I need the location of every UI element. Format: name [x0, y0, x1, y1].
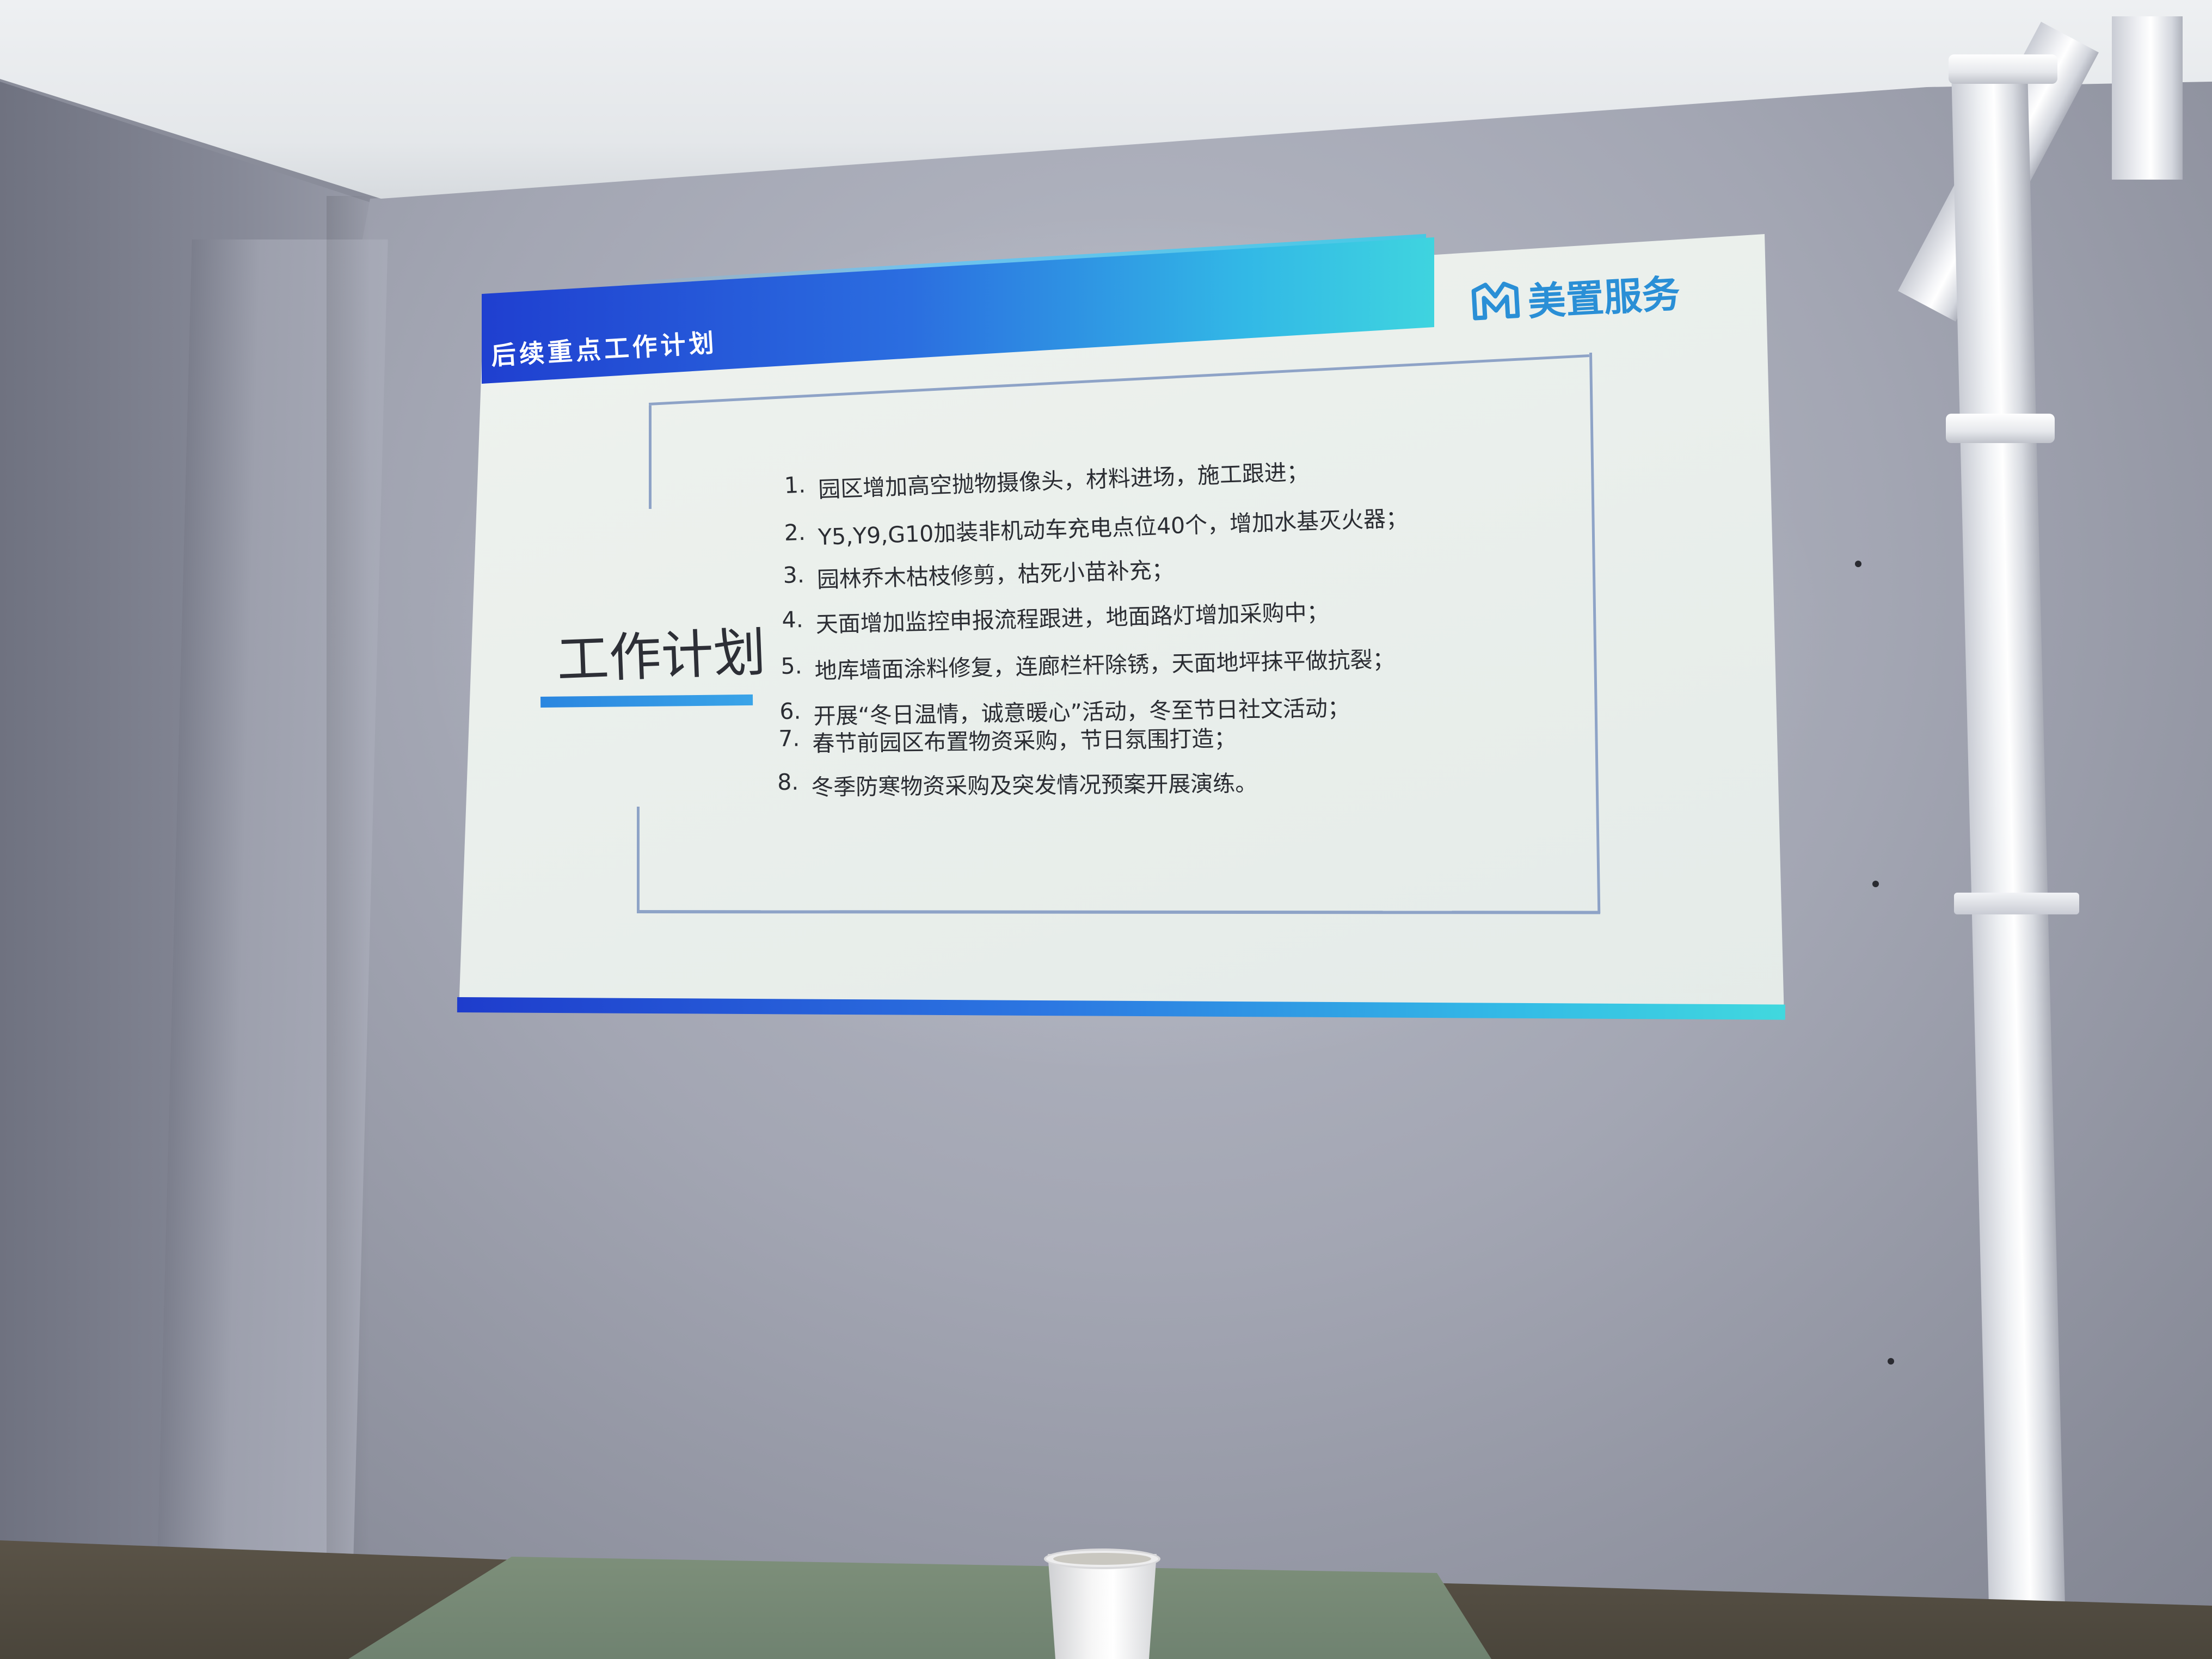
item-number: 7.	[778, 725, 800, 752]
slide: 后续重点工作计划 美置服务 工作计划 1. 园区增加高空抛物摄像头，材料进场，施…	[0, 0, 2212, 1659]
item-text: Y5,Y9,G10加装非机动车充电点位40个，增加水基灭火器；	[818, 505, 1409, 550]
item-text: 天面增加监控申报流程跟进，地面路灯增加采购中；	[815, 599, 1330, 638]
item-number: 2.	[784, 519, 806, 546]
item-number: 4.	[782, 606, 804, 633]
item-number: 8.	[777, 769, 799, 795]
item-text: 地库墙面涂料修复，连廊栏杆除锈，天面地坪抹平做抗裂；	[814, 646, 1395, 684]
list-item: 4. 天面增加监控申报流程跟进，地面路灯增加采购中；	[782, 593, 1329, 640]
list-item: 7. 春节前园区布置物资采购，节日氛围打造；	[778, 720, 1237, 758]
item-text: 园区增加高空抛物摄像头，材料进场，施工跟进；	[818, 458, 1310, 503]
work-plan-list: 1. 园区增加高空抛物摄像头，材料进场，施工跟进； 2. Y5,Y9,G10加装…	[0, 0, 2212, 1659]
item-text: 园林乔木枯枝修剪，枯死小苗补充；	[816, 556, 1175, 593]
list-item: 3. 园林乔木枯枝修剪，枯死小苗补充；	[783, 551, 1174, 595]
item-text: 冬季防寒物资采购及突发情况预案开展演练。	[811, 770, 1258, 801]
paper-cup	[1048, 1554, 1157, 1659]
list-item: 8. 冬季防寒物资采购及突发情况预案开展演练。	[777, 765, 1257, 802]
paper-cup-inside	[1053, 1553, 1151, 1565]
item-number: 3.	[783, 561, 805, 588]
item-number: 5.	[781, 653, 803, 679]
list-item: 2. Y5,Y9,G10加装非机动车充电点位40个，增加水基灭火器；	[784, 500, 1409, 552]
table-panel	[348, 1557, 1491, 1659]
item-text: 春节前园区布置物资采购，节日氛围打造；	[812, 725, 1237, 757]
item-number: 1.	[784, 471, 806, 499]
list-item: 1. 园区增加高空抛物摄像头，材料进场，施工跟进；	[784, 453, 1310, 505]
list-item: 5. 地库墙面涂料修复，连廊栏杆除锈，天面地坪抹平做抗裂；	[781, 641, 1395, 686]
